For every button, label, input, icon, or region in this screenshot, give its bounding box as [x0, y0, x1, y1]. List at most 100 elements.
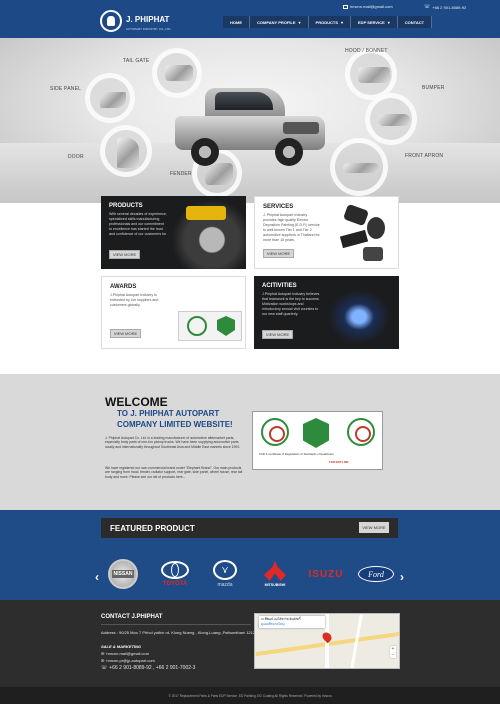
- label-bumper: BUMPER: [422, 85, 445, 91]
- caret-down-icon: ▾: [341, 19, 344, 25]
- footer-email-1[interactable]: ✉ hmcnn.mail@gmail.com: [101, 651, 149, 656]
- footer-title: CONTACT J.PHIPHAT: [101, 614, 163, 620]
- nav-products-label: PRODUCTS: [315, 19, 338, 25]
- label-fender: FENDER: [170, 171, 192, 177]
- products-card[interactable]: PRODUCTS With several decades of experie…: [101, 196, 246, 269]
- nissan-badge-icon: NISSAN: [108, 559, 138, 589]
- mail-icon: ✉: [101, 658, 105, 663]
- brand-mitsubishi-logo[interactable]: MITSUBISHI: [256, 558, 294, 590]
- ford-oval-icon: Ford: [358, 566, 394, 582]
- map-zoom-controls-icon[interactable]: + −: [390, 646, 396, 658]
- door-ring[interactable]: [100, 125, 152, 177]
- awards-card-title: AWARDS: [110, 284, 137, 290]
- mail-icon: [343, 4, 348, 9]
- label-tail-gate: TAIL GATE: [123, 58, 150, 64]
- header-email-text: hmcnn.mail@gmail.com: [350, 4, 393, 9]
- activities-card[interactable]: ACITIVITIES J.Phiphat Autopart Industry …: [254, 276, 399, 349]
- certificate-seal-icon: [261, 418, 289, 446]
- parts-image: [337, 203, 397, 265]
- label-side-panel: SIDE PANEL: [50, 86, 82, 92]
- front-apron-ring[interactable]: [330, 138, 388, 196]
- caret-down-icon: ▾: [298, 19, 301, 25]
- activities-card-title: ACITIVITIES: [262, 283, 297, 289]
- map-larger-link[interactable]: ดูแผนที่ขนาดใหญ่: [261, 622, 323, 627]
- nav-company-profile-label: COMPANY PROFILE: [257, 19, 296, 25]
- toyota-emblem-icon: [161, 561, 189, 579]
- certificate-edp-caption: FOR EDP LINE: [329, 460, 349, 464]
- nav-home-label: HOME: [230, 19, 242, 25]
- caret-down-icon: ▾: [387, 19, 390, 25]
- footer-address: Address : 90/25 Moo 7 Phhol yothin rd. K…: [101, 630, 257, 635]
- toyota-text: TOYOTA: [162, 581, 188, 587]
- welcome-paragraph-2: We have registered our own commercial br…: [105, 466, 243, 479]
- footer-address-text: Address : 90/25 Moo 7 Phhol yothin rd. K…: [101, 630, 258, 635]
- header-email[interactable]: hmcnn.mail@gmail.com: [343, 4, 393, 9]
- products-card-text: With several decades of experience, spec…: [109, 212, 167, 236]
- ford-text: Ford: [368, 569, 384, 579]
- welcome-title: WELCOME: [105, 395, 168, 409]
- footer-email-2-text: hmcnn.pr@jp-autopart.com: [106, 658, 155, 663]
- header-phone[interactable]: ☏ +66 2 901-8089-92: [424, 4, 466, 10]
- nav-company-profile[interactable]: COMPANY PROFILE ▾: [250, 16, 309, 28]
- activities-card-text: J.Phiphat Autopart Industry believes tha…: [262, 292, 320, 316]
- nav-contact-label: CONTACT: [404, 19, 425, 25]
- awards-view-more-button[interactable]: VIEW MORE: [110, 329, 141, 338]
- headlight-image: [324, 286, 394, 342]
- label-front-apron: FRONT APRON: [405, 153, 444, 159]
- footer-email-1-text: hmcnn.mail@gmail.com: [106, 651, 150, 656]
- mitsubishi-emblem-icon: [264, 561, 286, 581]
- footer-email-2[interactable]: ✉ hmcnn.pr@jp-autopart.com: [101, 658, 155, 663]
- footer-phone[interactable]: ☏ +66 2 901-8089-92 , +66 2 901-7002-3: [101, 665, 195, 671]
- brand-ford-logo[interactable]: Ford: [356, 558, 396, 590]
- nav-edp-service[interactable]: EDP SERVICE ▾: [351, 16, 398, 28]
- phone-icon: ☏: [101, 665, 108, 671]
- awards-card[interactable]: AWARDS J.Phiphat Autopart Industry is en…: [101, 276, 246, 349]
- nav-products[interactable]: PRODUCTS ▾: [308, 16, 352, 28]
- nav-contact[interactable]: CONTACT: [397, 16, 433, 28]
- welcome-section: [0, 374, 500, 510]
- main-nav: HOME COMPANY PROFILE ▾ PRODUCTS ▾ EDP SERV…: [223, 16, 433, 28]
- phone-icon: ☏: [424, 4, 431, 10]
- mitsubishi-text: MITSUBISHI: [264, 583, 286, 587]
- welcome-paragraph-1: J. Phiphat Autopart Co. Ltd. is a leadin…: [105, 436, 241, 449]
- award-certificates-image: [178, 311, 242, 341]
- side-panel-ring[interactable]: [85, 73, 135, 123]
- copyright-text: © 2017 Replacement Parts & Parts EDP Ser…: [168, 693, 332, 698]
- nissan-text: NISSAN: [111, 570, 135, 578]
- brand-nissan-logo[interactable]: NISSAN: [104, 558, 142, 590]
- welcome-subtitle: TO J. PHIPHAT AUTOPART COMPANY LIMITED W…: [117, 409, 233, 429]
- hero-banner: TAIL GATE HOOD / BONNET SIDE PANEL BUMPE…: [0, 38, 500, 203]
- footer-phone-text: +66 2 901-8089-92 , +66 2 901-7002-3: [109, 665, 196, 671]
- activities-view-more-button[interactable]: VIEW MORE: [262, 330, 293, 339]
- bumper-ring[interactable]: [365, 93, 417, 145]
- carousel-prev-icon[interactable]: ‹: [92, 570, 102, 584]
- certificate-seal-icon: [347, 418, 375, 446]
- isuzu-text: ISUZU: [308, 568, 344, 580]
- certificate-caption: CSR & Certificate of Registration of Sta…: [259, 452, 334, 456]
- map-info-card: เจ.พีพัฒน์ ออโต้พาร์ท อินดัสตรี้ ดูแผนที…: [259, 616, 325, 628]
- ukas-badge-icon: [303, 418, 329, 448]
- mail-icon: ✉: [101, 651, 105, 656]
- pickup-truck-image: [165, 76, 335, 196]
- services-card[interactable]: SERVICES J. Phiphat Autopart Industry pr…: [254, 196, 399, 269]
- header-phone-text: +66 2 901-8089-92: [432, 4, 467, 10]
- awards-card-text: J.Phiphat Autopart Industry is entrusted…: [110, 293, 159, 307]
- certificates-image: CSR & Certificate of Registration of Sta…: [252, 411, 383, 470]
- footer-sales-heading: SALE & MARKETING: [101, 644, 141, 649]
- location-map[interactable]: เจ.พีพัฒน์ ออโต้พาร์ท อินดัสตรี้ ดูแผนที…: [254, 613, 400, 669]
- services-view-more-button[interactable]: VIEW MORE: [263, 249, 294, 258]
- services-card-title: SERVICES: [263, 204, 294, 210]
- carousel-next-icon[interactable]: ›: [397, 570, 407, 584]
- brand-isuzu-logo[interactable]: ISUZU: [304, 558, 348, 590]
- products-view-more-button[interactable]: VIEW MORE: [109, 250, 140, 259]
- nav-home[interactable]: HOME: [223, 16, 250, 28]
- site-header: J. PHIPHAT AUTOPART INDUSTRY CO.,LTD. hm…: [0, 0, 500, 38]
- featured-title: FEATURED PRODUCT: [110, 524, 195, 533]
- mazda-text: mazda: [217, 582, 233, 588]
- label-door: DOOR: [68, 154, 84, 160]
- brand-toyota-logo[interactable]: TOYOTA: [155, 558, 195, 590]
- elephant-logo-icon[interactable]: [100, 10, 122, 32]
- featured-view-more-button[interactable]: VIEW MORE: [359, 522, 389, 533]
- brand-name[interactable]: J. PHIPHAT: [126, 15, 169, 24]
- brand-mazda-logo[interactable]: ⋎ mazda: [207, 558, 243, 590]
